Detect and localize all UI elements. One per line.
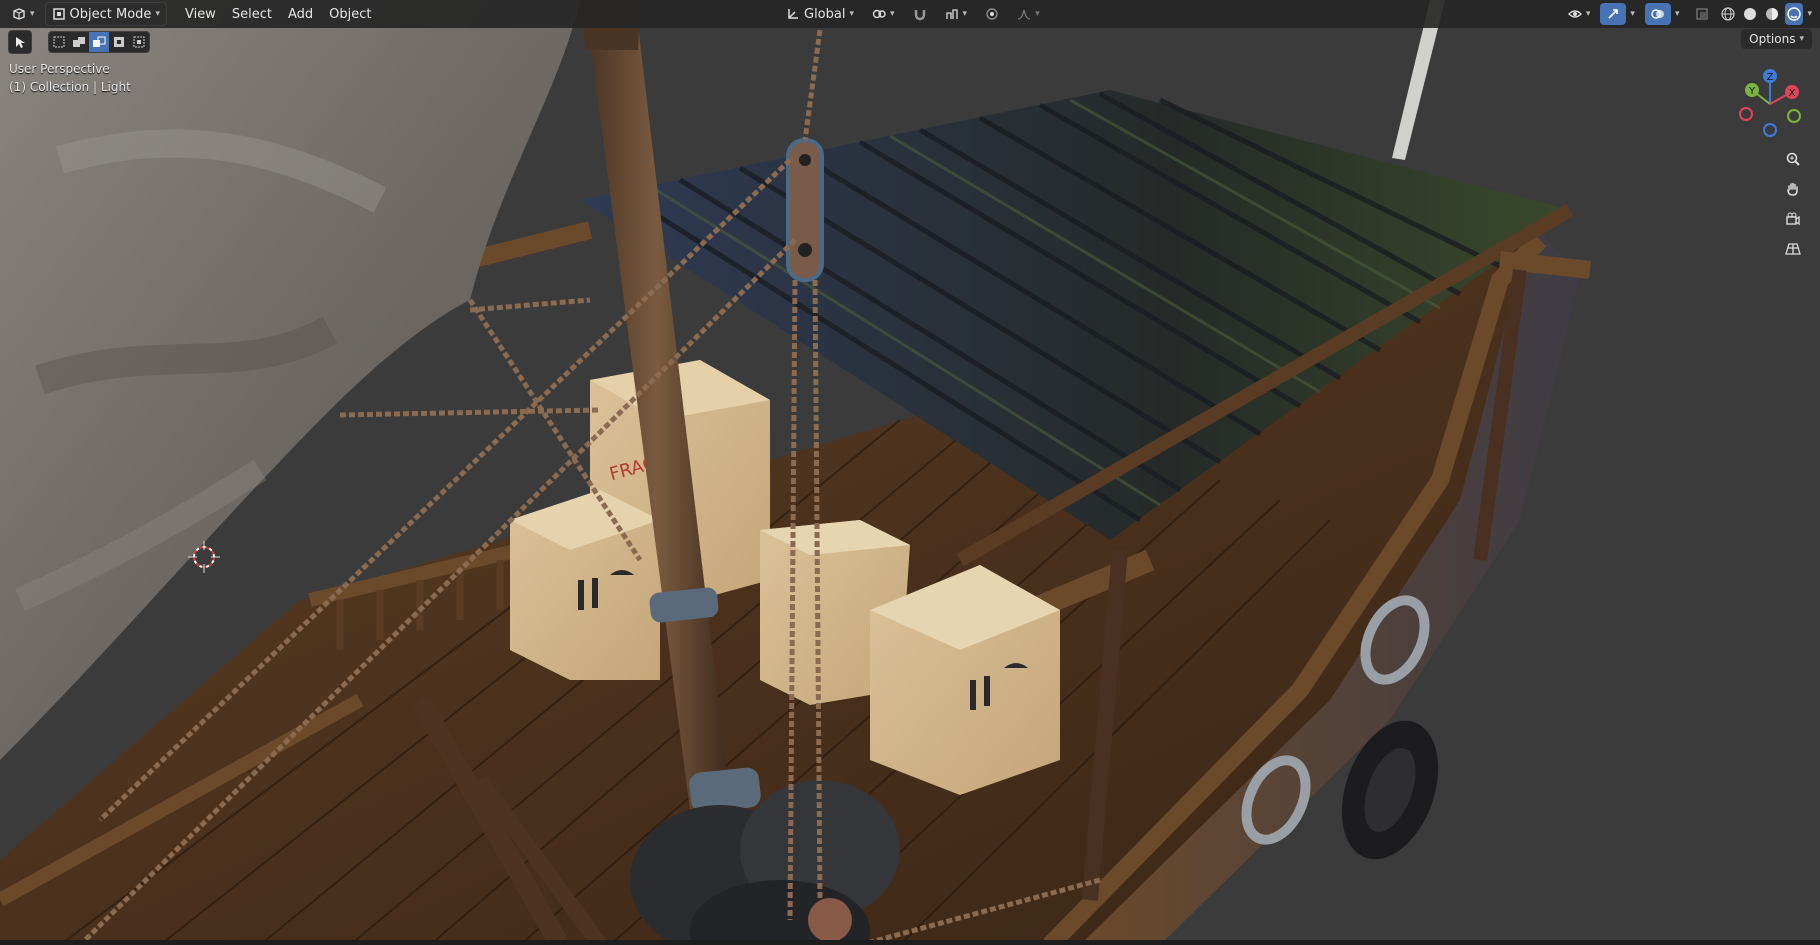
shading-material[interactable] [1763, 3, 1781, 25]
perspective-toggle-button[interactable] [1780, 236, 1806, 262]
select-invert-icon[interactable] [109, 32, 129, 52]
chevron-down-icon: ▾ [849, 9, 855, 19]
snap-target-dropdown[interactable]: ▾ [939, 3, 974, 25]
gizmo-y-label: Y [1748, 86, 1756, 97]
viewport-3d-scene[interactable]: FRAGILE [0, 0, 1820, 945]
view-perspective-label: User Perspective [9, 62, 110, 76]
rendered-sphere-icon [1787, 7, 1802, 21]
menu-object[interactable]: Object [321, 3, 379, 25]
mode-dropdown[interactable]: Object Mode ▾ [44, 2, 167, 26]
shading-solid[interactable] [1741, 3, 1759, 25]
eye-icon [1567, 10, 1582, 18]
menu-select[interactable]: Select [224, 3, 280, 25]
tool-settings-row [8, 30, 150, 54]
options-label: Options [1749, 32, 1796, 46]
viewport-editor-icon [13, 8, 25, 20]
chevron-down-icon: ▾ [1585, 9, 1591, 19]
xray-toggle[interactable] [1689, 3, 1715, 25]
chevron-down-icon: ▾ [962, 9, 968, 19]
transform-orientation-label: Global [804, 6, 846, 22]
zoom-magnifier-icon [1786, 152, 1800, 166]
chevron-down-icon: ▾ [1799, 34, 1804, 44]
menu-view[interactable]: View [177, 3, 224, 25]
selection-mode-group [48, 31, 150, 53]
select-extend-icon[interactable] [69, 32, 89, 52]
object-mode-icon [52, 8, 65, 20]
select-tool-button[interactable] [8, 30, 32, 54]
transform-orientation-dropdown[interactable]: Global ▾ [780, 3, 860, 25]
snap-increment-icon [945, 9, 958, 19]
zoom-button[interactable] [1780, 146, 1806, 172]
hand-pan-icon [1787, 182, 1798, 196]
wireframe-sphere-icon [1721, 7, 1736, 21]
overlays-toggle[interactable] [1644, 3, 1671, 25]
chevron-down-icon: ▾ [30, 9, 35, 19]
mode-label: Object Mode [69, 6, 152, 22]
navigation-gizmo[interactable]: Z X Y [1738, 64, 1802, 140]
chevron-down-icon: ▾ [155, 9, 160, 19]
gizmo-neg-y[interactable] [1787, 109, 1801, 123]
chevron-down-icon: ▾ [890, 9, 895, 19]
shading-rendered[interactable] [1785, 3, 1804, 25]
proportional-edit-toggle[interactable] [979, 3, 1005, 25]
pan-button[interactable] [1780, 176, 1806, 202]
gizmo-neg-z[interactable] [1763, 123, 1777, 137]
magnet-icon [914, 10, 925, 21]
pivot-point-icon [872, 9, 886, 19]
visibility-dropdown[interactable]: ▾ [1562, 3, 1597, 25]
xray-icon [1696, 8, 1709, 20]
overlays-icon [1651, 9, 1664, 19]
cursor-arrow-icon [16, 37, 25, 48]
falloff-curve-icon [1017, 9, 1031, 20]
gizmo-icon [1608, 9, 1619, 19]
snap-toggle[interactable] [907, 3, 933, 25]
select-intersect-icon[interactable] [129, 32, 149, 52]
overlays-dropdown-chevron[interactable]: ▾ [1675, 9, 1680, 19]
options-dropdown[interactable]: Options ▾ [1741, 29, 1812, 49]
shading-dropdown-chevron[interactable]: ▾ [1807, 9, 1812, 19]
gizmo-neg-x[interactable] [1739, 107, 1753, 121]
gizmo-z-label: Z [1767, 72, 1774, 83]
gizmo-x-label: X [1789, 88, 1796, 99]
solid-sphere-icon [1744, 8, 1757, 20]
menu-add[interactable]: Add [280, 3, 321, 25]
editor-type-dropdown[interactable]: ▾ [6, 3, 41, 25]
select-new-icon[interactable] [49, 32, 69, 52]
camera-icon [1786, 212, 1800, 226]
active-collection-label: (1) Collection | Light [9, 80, 131, 94]
orientation-axes-icon [788, 9, 798, 19]
camera-view-button[interactable] [1780, 206, 1806, 232]
chevron-down-icon: ▾ [1035, 9, 1040, 19]
material-sphere-icon [1766, 8, 1779, 20]
pivot-point-dropdown[interactable]: ▾ [866, 3, 901, 25]
gizmo-toggle[interactable] [1600, 3, 1627, 25]
proportional-falloff-dropdown[interactable]: ▾ [1011, 3, 1046, 25]
viewport-header: ▾ Object Mode ▾ View Select Add Object G… [0, 0, 1820, 28]
gizmo-dropdown-chevron[interactable]: ▾ [1630, 9, 1635, 19]
proportional-edit-icon [986, 8, 998, 20]
select-subtract-icon[interactable] [89, 32, 109, 52]
shading-wireframe[interactable] [1719, 3, 1737, 25]
grid-perspective-icon [1785, 243, 1801, 255]
